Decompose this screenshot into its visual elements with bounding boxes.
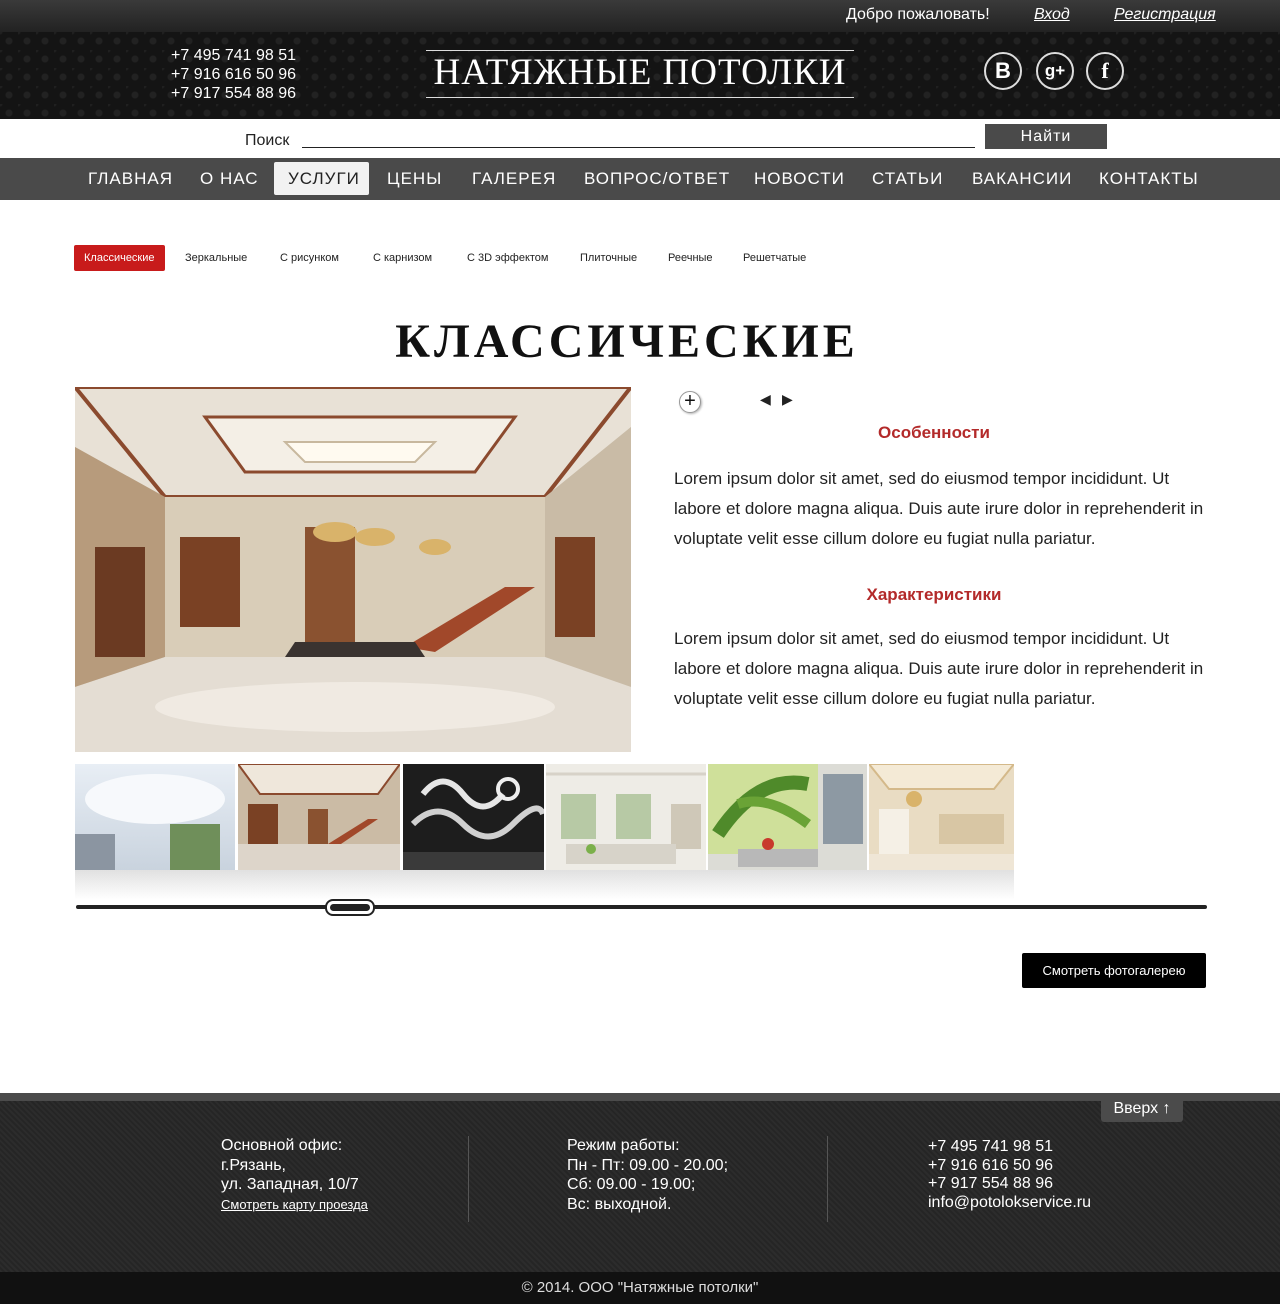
copyright: © 2014. ООО "Натяжные потолки": [0, 1272, 1280, 1304]
page-title: КЛАССИЧЕСКИЕ: [395, 315, 859, 368]
thumbnail[interactable]: [708, 764, 867, 870]
search-input[interactable]: [302, 128, 975, 148]
thumbnail[interactable]: [546, 764, 706, 870]
search-button[interactable]: Найти: [985, 124, 1107, 149]
nav-item-news[interactable]: НОВОСТИ: [740, 162, 859, 195]
nav-item-home[interactable]: ГЛАВНАЯ: [74, 162, 187, 195]
office-city: г.Рязань,: [221, 1156, 286, 1174]
footer-office: Основной офис: г.Рязань, ул. Западная, 1…: [221, 1136, 368, 1214]
thumbnail-reflection: [75, 870, 1014, 900]
office-address: ул. Западная, 10/7: [221, 1176, 359, 1193]
specs-heading: Характеристики: [866, 585, 1002, 604]
vk-icon[interactable]: B: [984, 52, 1022, 90]
thumbnail-print-ceiling: [708, 764, 863, 867]
prev-arrow-icon[interactable]: ◀: [760, 391, 771, 408]
thumbnail[interactable]: [238, 764, 400, 870]
search-label: Поиск: [245, 132, 290, 149]
phone-number: +7 495 741 98 51: [171, 47, 297, 64]
subtab-pattern[interactable]: С рисунком: [270, 245, 349, 271]
footer-contacts: +7 495 741 98 51 +7 916 616 50 96 +7 917…: [928, 1138, 1091, 1212]
thumbnail-living-room: [546, 772, 706, 864]
next-arrow-icon[interactable]: ▶: [782, 391, 793, 408]
map-link[interactable]: Смотреть карту проезда: [221, 1197, 368, 1212]
footer-hours: Режим работы: Пн - Пт: 09.00 - 20.00; Сб…: [567, 1136, 728, 1214]
thumbnail[interactable]: [75, 764, 235, 870]
subtab-tile[interactable]: Плиточные: [570, 245, 647, 271]
hours-sunday: Вс: выходной.: [567, 1195, 672, 1213]
office-heading: Основной офис:: [221, 1137, 343, 1154]
nav-item-faq[interactable]: ВОПРОС/ОТВЕТ: [570, 162, 744, 195]
footer-phone: +7 916 616 50 96: [928, 1156, 1054, 1174]
nav-item-gallery[interactable]: ГАЛЕРЕЯ: [458, 162, 570, 195]
features-heading: Особенности: [878, 423, 990, 442]
footer-divider: [827, 1136, 828, 1222]
footer-phone: +7 495 741 98 51: [928, 1138, 1054, 1155]
thumbnail-lobby: [238, 764, 400, 870]
thumbnail[interactable]: [403, 764, 544, 870]
thumbnail[interactable]: [869, 764, 1014, 870]
lobby-illustration: [75, 387, 631, 752]
subtab-cornice[interactable]: С карнизом: [363, 245, 442, 271]
features-text: Lorem ipsum dolor sit amet, sed do eiusm…: [674, 469, 1204, 548]
google-plus-icon[interactable]: g+: [1036, 52, 1074, 90]
top-bar: Добро пожаловать! Вход Регистрация: [0, 0, 1280, 32]
hours-heading: Режим работы:: [567, 1137, 680, 1154]
phone-number: +7 917 554 88 96: [171, 85, 297, 102]
nav-item-services[interactable]: УСЛУГИ: [274, 162, 369, 195]
subtab-mirror[interactable]: Зеркальные: [175, 245, 257, 271]
nav-item-articles[interactable]: СТАТЬИ: [858, 162, 957, 195]
nav-item-about[interactable]: О НАС: [186, 162, 272, 195]
subtab-rack[interactable]: Реечные: [658, 245, 723, 271]
header-phones: +7 495 741 98 51 +7 916 616 50 96 +7 917…: [171, 46, 296, 103]
footer-divider: [468, 1136, 469, 1222]
hours-saturday: Сб: 09.00 - 19.00;: [567, 1176, 696, 1193]
specs-text: Lorem ipsum dolor sit amet, sed do eiusm…: [674, 629, 1204, 708]
hours-weekdays: Пн - Пт: 09.00 - 20.00;: [567, 1156, 729, 1174]
logo-text: НАТЯЖНЫЕ ПОТОЛКИ: [433, 52, 847, 93]
subtab-classic[interactable]: Классические: [74, 245, 165, 271]
subtab-3d[interactable]: С 3D эффектом: [457, 245, 558, 271]
nav-item-contacts[interactable]: КОНТАКТЫ: [1085, 162, 1213, 195]
subtab-lattice[interactable]: Решетчатые: [733, 245, 816, 271]
main-nav: ГЛАВНАЯ О НАС УСЛУГИ ЦЕНЫ ГАЛЕРЕЯ ВОПРОС…: [0, 158, 1280, 200]
thumbnail-classic-room: [869, 764, 1014, 870]
view-gallery-button[interactable]: Смотреть фотогалерею: [1022, 953, 1206, 988]
site-logo[interactable]: НАТЯЖНЫЕ ПОТОЛКИ: [426, 50, 854, 98]
login-link[interactable]: Вход: [1034, 6, 1070, 24]
footer-email[interactable]: info@potolokservice.ru: [928, 1194, 1091, 1211]
thumbnail-3d-ceiling: [403, 777, 544, 870]
footer-phone: +7 917 554 88 96: [928, 1175, 1054, 1192]
facebook-icon[interactable]: f: [1086, 52, 1124, 90]
welcome-text: Добро пожаловать!: [846, 6, 990, 23]
nav-item-prices[interactable]: ЦЕНЫ: [373, 162, 456, 195]
main-ceiling-photo[interactable]: [75, 387, 631, 752]
back-to-top-button[interactable]: Вверх ↑: [1101, 1096, 1183, 1122]
zoom-plus-icon[interactable]: +: [679, 391, 701, 413]
nav-item-vacancies[interactable]: ВАКАНСИИ: [958, 162, 1086, 195]
register-link[interactable]: Регистрация: [1114, 6, 1216, 24]
phone-number: +7 916 616 50 96: [171, 66, 297, 83]
thumbnail-scrollbar-handle[interactable]: [325, 899, 375, 916]
thumbnail-glossy-ceiling: [75, 774, 225, 870]
site-header: +7 495 741 98 51 +7 916 616 50 96 +7 917…: [0, 32, 1280, 119]
thumbnail-scrollbar-track[interactable]: [76, 905, 1207, 909]
